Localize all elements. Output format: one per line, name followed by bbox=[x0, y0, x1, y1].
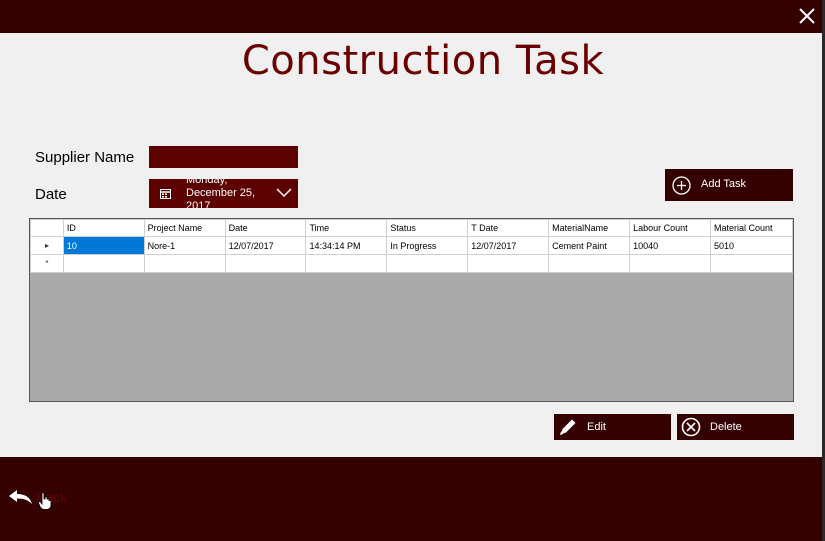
title-bar bbox=[0, 0, 822, 33]
new-cell-id[interactable] bbox=[62, 254, 145, 273]
delete-button[interactable]: Delete bbox=[677, 414, 794, 440]
new-cell-project-name[interactable] bbox=[143, 254, 226, 273]
date-value: Monday, December 25, 2017 bbox=[186, 179, 256, 208]
edit-label: Edit bbox=[587, 421, 606, 433]
column-header-material-name[interactable]: MaterialName bbox=[548, 219, 631, 237]
new-cell-status[interactable] bbox=[386, 254, 469, 273]
new-cell-t-date[interactable] bbox=[467, 254, 550, 273]
date-picker[interactable]: Monday, December 25, 2017 bbox=[149, 179, 298, 208]
cell-material-name[interactable]: Cement Paint bbox=[548, 236, 631, 255]
new-cell-material-count[interactable] bbox=[710, 254, 793, 273]
column-header-id[interactable]: ID bbox=[62, 219, 145, 237]
hand-cursor-icon bbox=[38, 492, 52, 510]
pencil-icon bbox=[560, 419, 576, 435]
new-row[interactable]: * bbox=[30, 254, 793, 273]
back-arrow-icon bbox=[9, 490, 32, 504]
footer-bar bbox=[0, 457, 822, 541]
grid-header-row: ID Project Name Date Time Status T Date … bbox=[30, 219, 793, 237]
column-header-project-name[interactable]: Project Name bbox=[143, 219, 226, 237]
column-header-material-count[interactable]: Material Count bbox=[710, 219, 793, 237]
column-header-date[interactable]: Date bbox=[224, 219, 307, 237]
cell-material-count[interactable]: 5010 bbox=[710, 236, 793, 255]
column-header-t-date[interactable]: T Date bbox=[467, 219, 550, 237]
cell-time[interactable]: 14:34:14 PM bbox=[305, 236, 388, 255]
calendar-icon bbox=[160, 189, 171, 199]
column-header-labour-count[interactable]: Labour Count bbox=[629, 219, 712, 237]
grid-corner-cell[interactable] bbox=[30, 219, 64, 237]
cell-t-date[interactable]: 12/07/2017 bbox=[467, 236, 550, 255]
edit-button[interactable]: Edit bbox=[554, 414, 671, 440]
row-header-new[interactable]: * bbox=[30, 254, 64, 273]
delete-label: Delete bbox=[710, 421, 742, 433]
supplier-name-input[interactable] bbox=[149, 146, 298, 168]
new-cell-time[interactable] bbox=[305, 254, 388, 273]
application-window: Construction Task Supplier Name Date Mon… bbox=[0, 0, 822, 541]
column-header-time[interactable]: Time bbox=[305, 219, 388, 237]
column-header-status[interactable]: Status bbox=[386, 219, 469, 237]
cell-id[interactable]: 10 bbox=[62, 236, 145, 255]
cell-date[interactable]: 12/07/2017 bbox=[224, 236, 307, 255]
cell-status[interactable]: In Progress bbox=[386, 236, 469, 255]
new-cell-material-name[interactable] bbox=[548, 254, 631, 273]
close-icon[interactable] bbox=[796, 5, 818, 27]
task-data-grid[interactable]: ID Project Name Date Time Status T Date … bbox=[29, 218, 794, 402]
add-circle-icon bbox=[672, 176, 691, 195]
cell-labour-count[interactable]: 10040 bbox=[629, 236, 712, 255]
supplier-name-label: Supplier Name bbox=[35, 149, 135, 166]
row-header-current[interactable]: ▸ bbox=[30, 236, 64, 255]
delete-circle-icon bbox=[681, 417, 701, 437]
add-task-label: Add Task bbox=[701, 178, 747, 190]
table-row[interactable]: ▸ 10 Nore-1 12/07/2017 14:34:14 PM In Pr… bbox=[30, 236, 793, 255]
chevron-down-icon[interactable] bbox=[276, 188, 292, 198]
add-task-button[interactable]: Add Task bbox=[665, 169, 793, 201]
cell-project-name[interactable]: Nore-1 bbox=[143, 236, 226, 255]
new-cell-date[interactable] bbox=[224, 254, 307, 273]
new-cell-labour-count[interactable] bbox=[629, 254, 712, 273]
date-label: Date bbox=[35, 186, 67, 203]
page-title: Construction Task bbox=[241, 38, 605, 84]
